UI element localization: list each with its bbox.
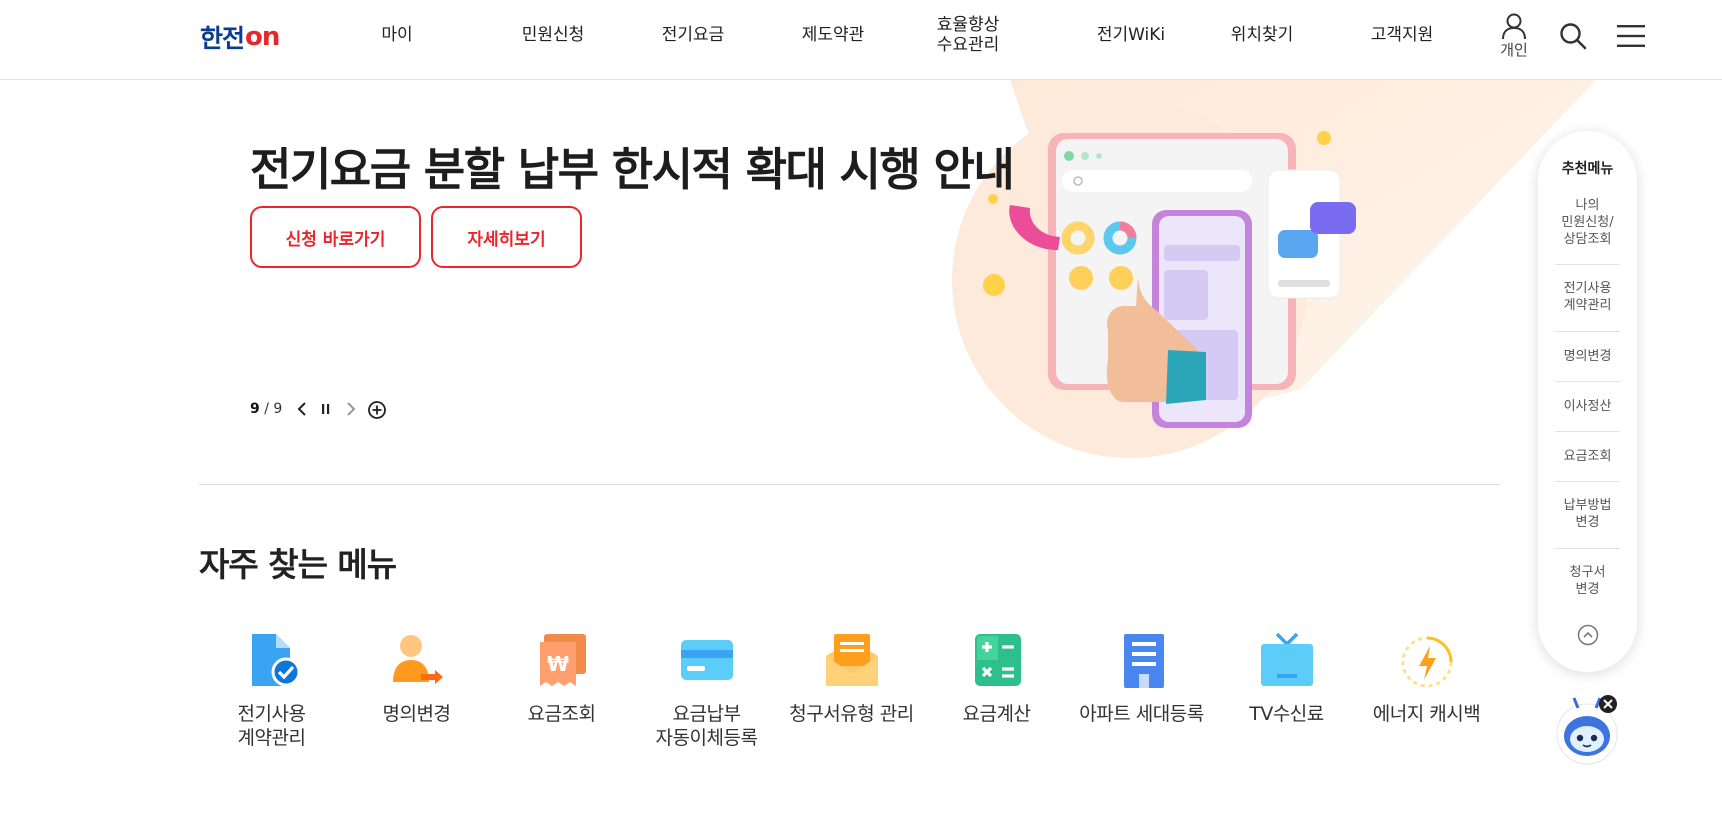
- quick-divider: [1555, 264, 1620, 265]
- quick-item-contract[interactable]: 전기사용 계약관리: [1555, 280, 1620, 314]
- chevron-left-icon[interactable]: [296, 400, 308, 418]
- quick-menu-title: 추천메뉴: [1561, 161, 1614, 177]
- frequent-item-bill-type[interactable]: 청구서유형 관리: [779, 630, 924, 726]
- nav-item-support[interactable]: 고객지원: [1362, 25, 1442, 45]
- site-header: 한전 on 마이 민원신청 전기요금 제도약관 효율향상 수요관리 전기WiKi…: [0, 0, 1722, 80]
- slide-current: 9: [250, 401, 260, 417]
- plus-circle-icon[interactable]: [367, 400, 387, 420]
- frequent-item-energy-cashback[interactable]: 에너지 캐시백: [1354, 630, 1499, 726]
- frequent-item-calculator[interactable]: 요금계산: [924, 630, 1069, 726]
- quick-item-name-change[interactable]: 명의변경: [1555, 348, 1620, 365]
- frequent-item-label: 요금납부 자동이체등록: [655, 703, 758, 749]
- calculator-icon: [974, 634, 1021, 686]
- hamburger-menu-icon[interactable]: [1617, 24, 1645, 48]
- quick-divider: [1555, 381, 1620, 382]
- quick-item-my-requests[interactable]: 나의 민원신청/ 상담조회: [1555, 197, 1620, 248]
- quick-divider: [1555, 481, 1620, 482]
- frequent-item-contract[interactable]: 전기사용 계약관리: [199, 630, 344, 750]
- won-receipt-icon: ₩: [539, 634, 586, 686]
- frequent-item-label: 명의변경: [382, 703, 451, 725]
- slide-counter: 9 / 9: [250, 401, 283, 417]
- logo-main-text: 한전: [200, 24, 245, 53]
- frequent-item-tv-fee[interactable]: TV수신료: [1214, 630, 1359, 726]
- frequent-item-name-change[interactable]: 명의변경: [344, 630, 489, 726]
- frequent-item-label: 청구서유형 관리: [789, 703, 914, 725]
- tv-icon: [1260, 632, 1313, 686]
- quick-item-payment-method[interactable]: 납부방법 변경: [1555, 497, 1620, 531]
- nav-item-civil-request[interactable]: 민원신청: [513, 25, 593, 45]
- quick-item-moving-settlement[interactable]: 이사정산: [1555, 398, 1620, 415]
- search-icon[interactable]: [1559, 22, 1587, 50]
- recommended-quick-menu: 추천메뉴 나의 민원신청/ 상담조회 전기사용 계약관리 명의변경 이사정산 요…: [1538, 131, 1637, 672]
- frequent-item-autopay[interactable]: 요금납부 자동이체등록: [634, 630, 779, 750]
- frequent-item-label: 요금조회: [527, 703, 596, 725]
- frequent-menu-title: 자주 찾는 메뉴: [199, 538, 397, 586]
- frequent-item-label: 전기사용 계약관리: [237, 703, 306, 749]
- frequent-item-bill-inquiry[interactable]: ₩ 요금조회: [489, 630, 634, 726]
- chevron-right-icon[interactable]: [345, 400, 357, 418]
- pause-icon[interactable]: [320, 400, 332, 418]
- svg-text:₩: ₩: [546, 652, 568, 676]
- frequent-item-label: 요금계산: [962, 703, 1031, 725]
- envelope-icon: [825, 634, 878, 686]
- nav-item-efficiency[interactable]: 효율향상 수요관리: [928, 15, 1008, 55]
- quick-divider: [1555, 431, 1620, 432]
- building-icon: [1123, 634, 1164, 688]
- quick-divider: [1555, 331, 1620, 332]
- nav-item-electric-rates[interactable]: 전기요금: [653, 25, 733, 45]
- slide-total: 9: [273, 401, 283, 417]
- quick-divider: [1555, 548, 1620, 549]
- user-icon[interactable]: [1500, 12, 1528, 40]
- apply-shortcut-button[interactable]: 신청 바로가기: [250, 206, 421, 268]
- document-check-icon: [251, 634, 300, 687]
- chatbot-mascot-icon[interactable]: [1556, 694, 1622, 768]
- kepco-on-logo[interactable]: 한전 on: [200, 22, 280, 53]
- person-transfer-icon: [392, 635, 443, 684]
- frequent-menu-title-text: 자주 찾는 메뉴: [199, 545, 397, 584]
- nav-item-terms[interactable]: 제도약관: [793, 25, 873, 45]
- hero-title: 전기요금 분할 납부 한시적 확대 시행 안내: [250, 143, 1015, 196]
- nav-item-wiki[interactable]: 전기WiKi: [1086, 25, 1176, 45]
- quick-item-bill-change[interactable]: 청구서 변경: [1555, 564, 1620, 598]
- nav-item-my[interactable]: 마이: [377, 25, 417, 45]
- frequent-item-label: 에너지 캐시백: [1372, 703, 1481, 725]
- frequent-item-label: 아파트 세대등록: [1079, 703, 1204, 725]
- logo-on-text: on: [245, 22, 280, 52]
- credit-card-icon: [680, 640, 733, 680]
- view-details-button[interactable]: 자세히보기: [431, 206, 582, 268]
- quick-item-bill-inquiry[interactable]: 요금조회: [1555, 448, 1620, 465]
- section-divider: [199, 484, 1501, 485]
- scroll-top-icon[interactable]: [1577, 624, 1599, 646]
- energy-bolt-icon: [1401, 636, 1452, 688]
- frequent-item-apartment[interactable]: 아파트 세대등록: [1069, 630, 1214, 726]
- nav-item-location[interactable]: 위치찾기: [1222, 25, 1302, 45]
- frequent-item-label: TV수신료: [1249, 703, 1324, 725]
- user-type-label[interactable]: 개인: [1494, 39, 1534, 60]
